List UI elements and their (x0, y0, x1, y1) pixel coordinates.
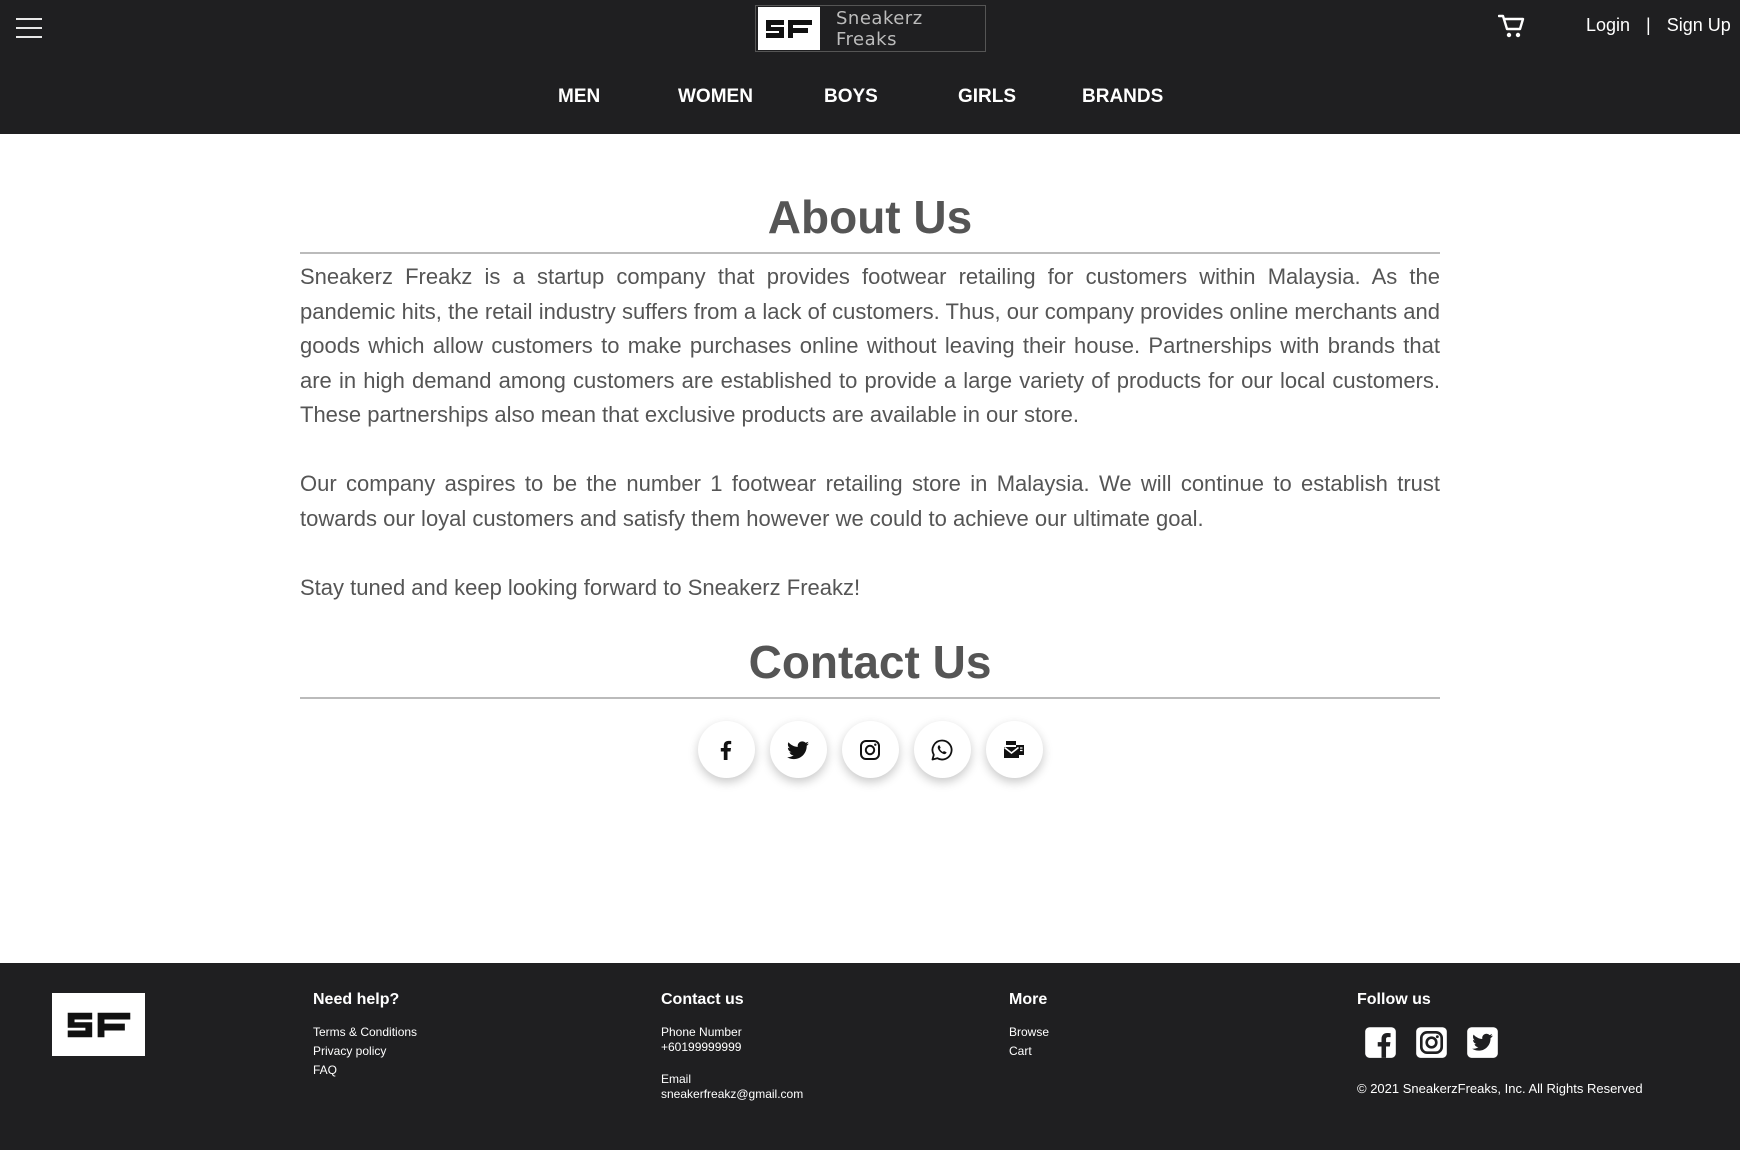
footer-more: More Browse Cart (1009, 991, 1049, 1059)
site-logo[interactable]: Sneakerz Freaks (755, 5, 986, 52)
instagram-button[interactable] (841, 721, 899, 778)
menu-icon[interactable] (16, 18, 42, 38)
main-content: About Us Sneakerz Freakz is a startup co… (300, 190, 1440, 778)
privacy-link[interactable]: Privacy policy (313, 1044, 417, 1059)
twitter-square-icon[interactable] (1465, 1025, 1500, 1060)
facebook-square-icon[interactable] (1363, 1025, 1398, 1060)
facebook-button[interactable] (697, 721, 755, 778)
footer-contact: Contact us Phone Number +60199999999 Ema… (661, 991, 803, 1102)
footer-help-title: Need help? (313, 991, 400, 1008)
site-footer: Need help? Terms & Conditions Privacy po… (0, 963, 1740, 1150)
phone-label: Phone Number (661, 1025, 742, 1039)
twitter-icon (787, 740, 809, 759)
footer-follow: Follow us © 2021 SneakerzFreaks, Inc. Al… (1357, 991, 1643, 1098)
footer-social-icons (1363, 1025, 1643, 1060)
footer-more-title: More (1009, 991, 1048, 1008)
mail-icon (1004, 740, 1024, 758)
footer-contact-title: Contact us (661, 991, 744, 1008)
about-paragraph: Sneakerz Freakz is a startup company tha… (300, 264, 1440, 427)
instagram-square-icon[interactable] (1414, 1025, 1449, 1060)
email-address: sneakerfreakz@gmail.com (661, 1087, 804, 1101)
faq-link[interactable]: FAQ (313, 1063, 417, 1078)
about-paragraph: Stay tuned and keep looking forward to S… (300, 574, 861, 600)
footer-logo[interactable] (52, 993, 145, 1056)
nav-women[interactable]: WOMEN (678, 86, 753, 108)
auth-separator: | (1646, 15, 1651, 35)
login-link[interactable]: Login (1586, 15, 1630, 36)
whatsapp-button[interactable] (913, 721, 971, 778)
email-button[interactable] (985, 721, 1043, 778)
copyright-text: © 2021 SneakerzFreaks, Inc. All Rights R… (1357, 1081, 1643, 1096)
nav-boys[interactable]: BOYS (824, 86, 878, 108)
browse-link[interactable]: Browse (1009, 1025, 1049, 1040)
site-header: Sneakerz Freaks Login | Sign Up MEN WOME… (0, 0, 1740, 134)
about-paragraph: Our company aspires to be the number 1 f… (300, 471, 1440, 531)
main-nav: MEN WOMEN BOYS GIRLS BRANDS (0, 86, 1740, 110)
terms-link[interactable]: Terms & Conditions (313, 1025, 417, 1040)
nav-brands[interactable]: BRANDS (1082, 86, 1163, 108)
facebook-icon (720, 740, 732, 760)
twitter-button[interactable] (769, 721, 827, 778)
whatsapp-icon (931, 739, 953, 760)
footer-follow-title: Follow us (1357, 991, 1431, 1008)
phone-number: +60199999999 (661, 1040, 742, 1054)
nav-girls[interactable]: GIRLS (958, 86, 1016, 108)
signup-link[interactable]: Sign Up (1667, 15, 1731, 36)
instagram-icon (860, 739, 880, 760)
contact-social-buttons (300, 721, 1440, 778)
contact-title: Contact Us (300, 635, 1440, 699)
sf-logo-mark (758, 7, 820, 50)
email-label: Email (661, 1072, 692, 1086)
logo-text: Sneakerz Freaks (836, 7, 923, 50)
auth-links: Login | Sign Up (1586, 15, 1731, 36)
sf-logo-mark (67, 1012, 130, 1037)
cart-link[interactable]: Cart (1009, 1044, 1049, 1059)
footer-help: Need help? Terms & Conditions Privacy po… (313, 991, 417, 1078)
about-title: About Us (300, 190, 1440, 254)
cart-icon[interactable] (1498, 13, 1526, 39)
nav-men[interactable]: MEN (558, 86, 600, 108)
